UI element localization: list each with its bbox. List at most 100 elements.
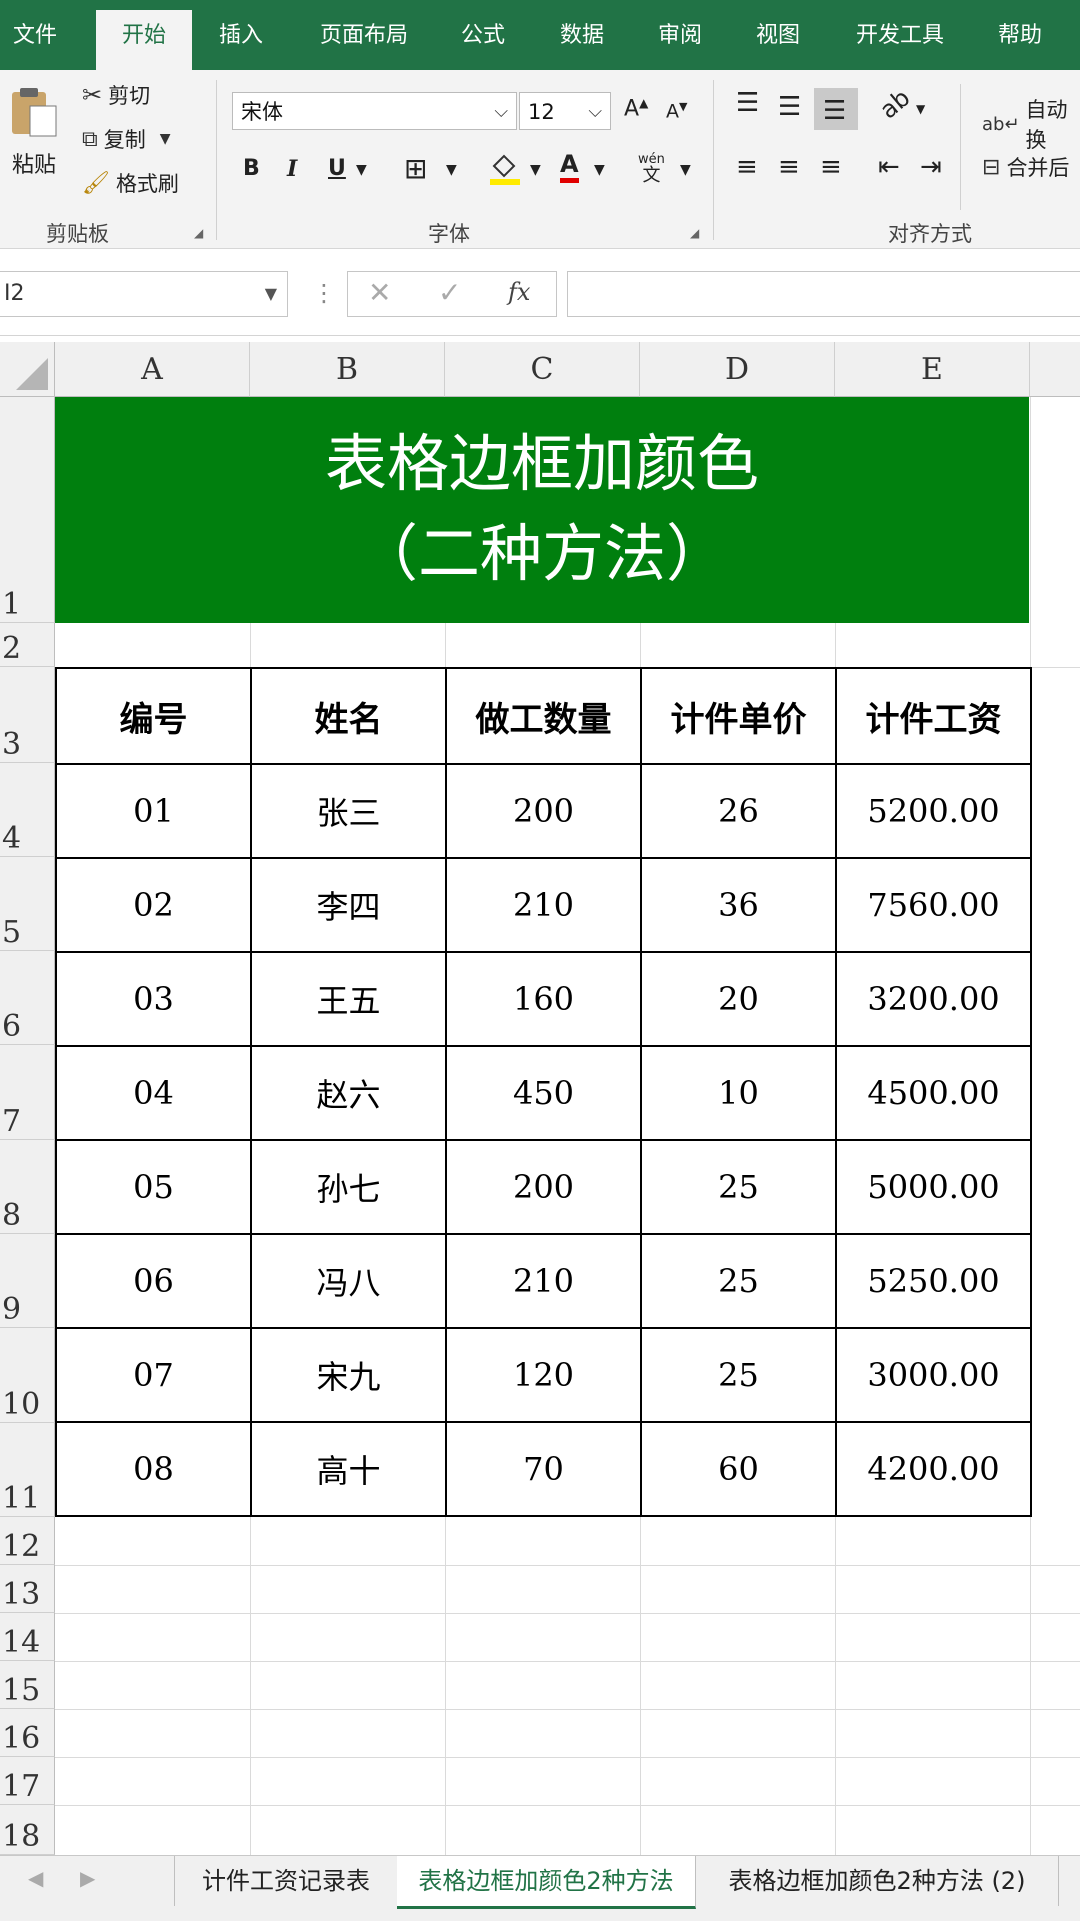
- header-cell-unit-price[interactable]: 计件单价: [640, 667, 837, 765]
- cell[interactable]: 60: [640, 1421, 837, 1517]
- tab-home[interactable]: 开始: [96, 10, 192, 70]
- increase-font-icon[interactable]: A▲: [624, 96, 648, 121]
- chevron-down-icon[interactable]: ▼: [446, 162, 457, 178]
- row-header[interactable]: 3: [0, 667, 55, 763]
- paste-button[interactable]: 粘贴: [6, 84, 62, 179]
- cell[interactable]: 120: [445, 1327, 642, 1423]
- row-header[interactable]: 1: [0, 397, 55, 623]
- tab-view[interactable]: 视图: [743, 0, 813, 70]
- sheet-tab-1[interactable]: 计件工资记录表: [174, 1856, 398, 1906]
- sheet-tab-3[interactable]: 表格边框加颜色2种方法 (2): [696, 1856, 1059, 1906]
- insert-function-icon[interactable]: fx: [508, 278, 530, 306]
- borders-icon[interactable]: ⊞: [404, 152, 427, 185]
- row-header[interactable]: 4: [0, 763, 55, 857]
- enter-icon[interactable]: ✓: [438, 276, 461, 309]
- cell[interactable]: 07: [55, 1327, 252, 1423]
- column-header-b[interactable]: B: [250, 342, 445, 397]
- cell[interactable]: 3000.00: [835, 1327, 1032, 1423]
- fill-color-icon[interactable]: [488, 150, 522, 193]
- scroll-left-icon[interactable]: ◀: [28, 1866, 43, 1890]
- header-cell-quantity[interactable]: 做工数量: [445, 667, 642, 765]
- cell[interactable]: 孙七: [250, 1139, 447, 1235]
- italic-button[interactable]: I: [287, 156, 297, 182]
- cell[interactable]: 10: [640, 1045, 837, 1141]
- chevron-down-icon[interactable]: ▼: [530, 162, 541, 178]
- chevron-down-icon[interactable]: ▼: [916, 102, 925, 116]
- tab-insert[interactable]: 插入: [206, 0, 276, 70]
- cell[interactable]: 高十: [250, 1421, 447, 1517]
- header-cell-id[interactable]: 编号: [55, 667, 252, 765]
- row-header[interactable]: 5: [0, 857, 55, 951]
- cell[interactable]: 01: [55, 763, 252, 859]
- font-color-icon[interactable]: A: [560, 150, 579, 183]
- clipboard-launcher-icon[interactable]: ◢: [194, 226, 203, 240]
- row-header[interactable]: 7: [0, 1045, 55, 1140]
- cell[interactable]: 03: [55, 951, 252, 1047]
- tab-help[interactable]: 帮助: [985, 0, 1055, 70]
- merge-center-button[interactable]: ⊟ 合并后: [982, 152, 1069, 182]
- column-header-a[interactable]: A: [55, 342, 250, 397]
- tab-formulas[interactable]: 公式: [448, 0, 518, 70]
- cell[interactable]: 160: [445, 951, 642, 1047]
- font-name-select[interactable]: 宋体 ⌵: [232, 92, 517, 130]
- column-header-f[interactable]: [1030, 342, 1080, 397]
- cell[interactable]: 4500.00: [835, 1045, 1032, 1141]
- cell[interactable]: 25: [640, 1233, 837, 1329]
- align-middle-icon[interactable]: ☰: [778, 92, 801, 122]
- cell[interactable]: 08: [55, 1421, 252, 1517]
- cell[interactable]: 200: [445, 763, 642, 859]
- tab-file[interactable]: 文件: [0, 0, 70, 70]
- row-header[interactable]: 13: [0, 1565, 55, 1613]
- cell[interactable]: 20: [640, 951, 837, 1047]
- row-header[interactable]: 18: [0, 1805, 55, 1855]
- wrap-text-button[interactable]: ab↵ 自动换: [982, 94, 1080, 154]
- format-painter-button[interactable]: 🖌 格式刷: [82, 168, 179, 198]
- select-all-button[interactable]: [0, 342, 55, 397]
- cell[interactable]: 05: [55, 1139, 252, 1235]
- column-header-e[interactable]: E: [835, 342, 1030, 397]
- chevron-down-icon[interactable]: ▼: [356, 162, 367, 178]
- row-header[interactable]: 16: [0, 1709, 55, 1757]
- cut-button[interactable]: ✂ 剪切: [82, 80, 150, 110]
- row-header[interactable]: 12: [0, 1517, 55, 1565]
- cell[interactable]: 36: [640, 857, 837, 953]
- chevron-down-icon[interactable]: ▼: [594, 162, 605, 178]
- cell[interactable]: 赵六: [250, 1045, 447, 1141]
- tab-developer[interactable]: 开发工具: [845, 0, 955, 70]
- row-header[interactable]: 9: [0, 1234, 55, 1328]
- decrease-indent-icon[interactable]: ⇤: [878, 152, 900, 182]
- cell[interactable]: 210: [445, 857, 642, 953]
- cell[interactable]: 李四: [250, 857, 447, 953]
- underline-button[interactable]: U: [328, 156, 346, 181]
- row-header[interactable]: 6: [0, 951, 55, 1045]
- cell[interactable]: 冯八: [250, 1233, 447, 1329]
- cell[interactable]: 4200.00: [835, 1421, 1032, 1517]
- font-launcher-icon[interactable]: ◢: [690, 226, 699, 240]
- cell[interactable]: 5000.00: [835, 1139, 1032, 1235]
- cell[interactable]: 7560.00: [835, 857, 1032, 953]
- cell[interactable]: 450: [445, 1045, 642, 1141]
- sheet-tab-2[interactable]: 表格边框加颜色2种方法: [397, 1856, 696, 1909]
- cell[interactable]: 210: [445, 1233, 642, 1329]
- cancel-icon[interactable]: ✕: [368, 276, 391, 309]
- row-header[interactable]: 17: [0, 1757, 55, 1805]
- row-header[interactable]: 10: [0, 1328, 55, 1423]
- increase-indent-icon[interactable]: ⇥: [920, 152, 942, 182]
- chevron-down-icon[interactable]: ▼: [680, 162, 691, 178]
- column-header-d[interactable]: D: [640, 342, 835, 397]
- cell[interactable]: 06: [55, 1233, 252, 1329]
- row-header[interactable]: 2: [0, 623, 55, 667]
- cell[interactable]: 25: [640, 1327, 837, 1423]
- bold-button[interactable]: B: [243, 156, 260, 181]
- cell[interactable]: 张三: [250, 763, 447, 859]
- cell[interactable]: 5200.00: [835, 763, 1032, 859]
- cell[interactable]: 25: [640, 1139, 837, 1235]
- row-header[interactable]: 8: [0, 1140, 55, 1234]
- cell[interactable]: 200: [445, 1139, 642, 1235]
- row-header[interactable]: 14: [0, 1613, 55, 1661]
- phonetic-guide-button[interactable]: wén 文: [638, 152, 665, 185]
- cell[interactable]: 70: [445, 1421, 642, 1517]
- copy-button[interactable]: ⧉ 复制 ▼: [82, 124, 171, 154]
- font-size-select[interactable]: 12 ⌵: [519, 92, 611, 130]
- cell[interactable]: 26: [640, 763, 837, 859]
